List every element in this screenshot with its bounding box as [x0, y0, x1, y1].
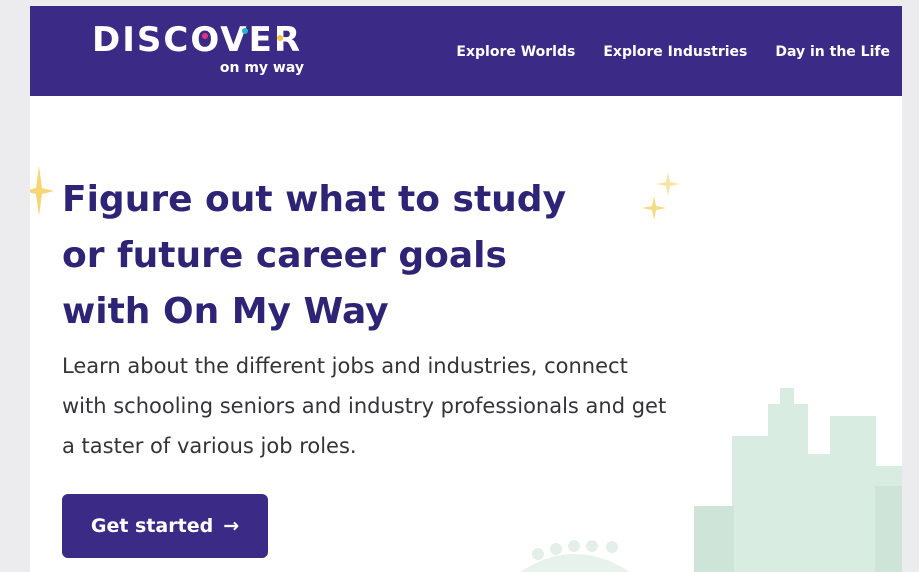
logo-accent-dot: [202, 33, 208, 39]
hero-description-line: Learn about the different jobs and indus…: [62, 354, 628, 378]
logo-tagline: on my way: [219, 60, 304, 76]
hero-description-line: a taster of various job roles.: [62, 434, 357, 458]
logo-accent-dot: [277, 35, 283, 41]
logo-wordmark: DISCOVER: [92, 20, 303, 60]
hero-title: Figure out what to study or future caree…: [62, 172, 702, 340]
hero-title-line: with On My Way: [62, 291, 389, 332]
get-started-label: Get started: [90, 515, 214, 537]
site-header: DISCOVER on my way Explore Worlds Explor…: [30, 6, 902, 96]
hero-title-line: Figure out what to study: [62, 179, 567, 220]
get-started-button[interactable]: Get started →: [62, 494, 268, 558]
arrow-right-icon: →: [223, 515, 240, 537]
hero-title-line: or future career goals: [62, 235, 507, 276]
hero-description: Learn about the different jobs and indus…: [62, 346, 842, 466]
page-frame: DISCOVER on my way Explore Worlds Explor…: [30, 6, 902, 572]
main-nav: Explore Worlds Explore Industries Day in…: [456, 44, 890, 60]
sparkle-icon: [30, 166, 54, 216]
logo-accent-dot: [242, 28, 248, 34]
nav-explore-industries[interactable]: Explore Industries: [603, 44, 747, 60]
discover-logo[interactable]: DISCOVER on my way: [92, 20, 306, 82]
nav-explore-worlds[interactable]: Explore Worlds: [456, 44, 575, 60]
hero-description-line: with schooling seniors and industry prof…: [62, 394, 667, 418]
nav-day-in-the-life[interactable]: Day in the Life: [775, 44, 890, 60]
